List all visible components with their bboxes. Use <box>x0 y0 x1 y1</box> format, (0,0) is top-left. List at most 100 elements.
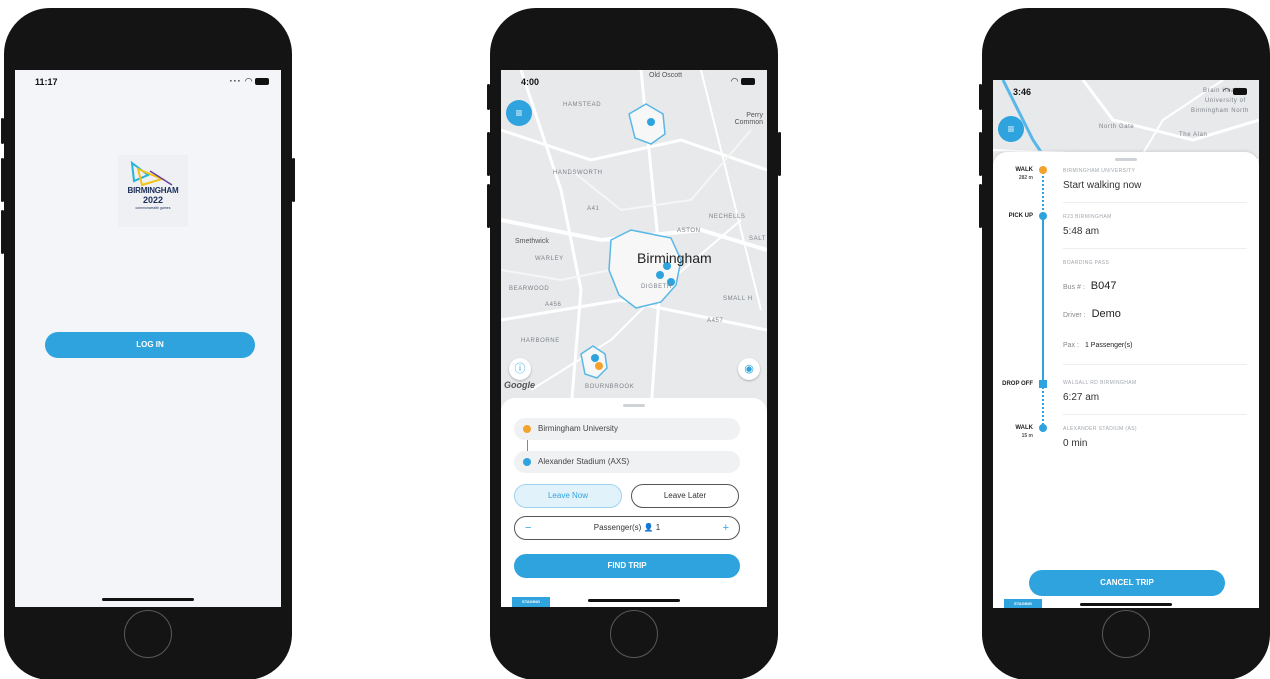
map-label-bournbrook: BOURNBROOK <box>585 384 635 390</box>
staging-badge: STAGING <box>1004 599 1042 608</box>
hamburger-icon: ≡ <box>515 106 523 120</box>
pax-row: Pax : 1 Passenger(s) <box>1063 342 1132 349</box>
battery-icon <box>741 78 755 86</box>
status-time: 4:00 <box>521 77 540 87</box>
status-time: 11:17 <box>35 77 58 87</box>
status-icons: ··· ◠ <box>230 76 269 87</box>
volume-up-button <box>487 132 490 176</box>
volume-down-button <box>1 210 4 254</box>
menu-button[interactable]: ≡ <box>998 116 1024 142</box>
my-location-button[interactable]: ◉ <box>738 358 760 380</box>
home-button[interactable] <box>124 610 172 658</box>
map-label-north-gate: North Gate <box>1099 124 1135 130</box>
ride-path-line <box>1042 216 1044 384</box>
map-label-a457: A457 <box>707 318 724 324</box>
logo-text-games: commonwealth games <box>135 206 171 210</box>
staging-badge: STAGING <box>512 597 550 607</box>
trip-details-screen: North Gate The Alan Brain Health Univers… <box>993 80 1259 608</box>
map-label-warley: WARLEY <box>535 256 564 262</box>
decrease-passengers-button[interactable]: − <box>525 517 531 539</box>
map-label-birmingham-north: Birmingham North <box>1191 108 1249 114</box>
walk-start-value: Start walking now <box>1063 180 1142 191</box>
logo-text-birmingham: BIRMINGHAM <box>127 186 179 195</box>
status-time: 3:46 <box>1013 87 1032 97</box>
map-label-harborne: HARBORNE <box>521 338 560 344</box>
map-view[interactable]: Old Oscott HAMSTEAD Perry Common HANDSWO… <box>501 70 767 410</box>
person-icon: 👤 <box>643 523 656 532</box>
hamburger-icon: ≡ <box>1007 122 1015 136</box>
phone-plan-trip: Old Oscott HAMSTEAD Perry Common HANDSWO… <box>487 8 781 679</box>
home-indicator <box>102 598 194 601</box>
dropoff-time: 6:27 am <box>1063 392 1100 403</box>
passenger-stepper: − Passenger(s) 👤 1 + <box>514 516 740 540</box>
find-trip-button[interactable]: FIND TRIP <box>514 554 740 578</box>
sheet-grab-handle[interactable] <box>1115 158 1137 161</box>
home-button[interactable] <box>610 610 658 658</box>
phone-login: 11:17 ··· ◠ BIRMINGHAM 2022 commonwealth… <box>1 8 295 679</box>
dropoff-label: DROP OFF <box>1002 381 1033 387</box>
dropoff-caption: WALSALL RD BIRMINGHAM <box>1063 380 1137 386</box>
walk-distance: 15 m <box>1021 433 1033 439</box>
destination-text: Alexander Stadium (AXS) <box>538 457 630 466</box>
pax-value: 1 Passenger(s) <box>1084 342 1133 349</box>
destination-pin-icon <box>523 458 531 466</box>
volume-up-button <box>1 158 4 202</box>
route-connector <box>527 440 528 451</box>
home-indicator <box>1080 603 1172 606</box>
bus-number-value: B047 <box>1090 280 1117 292</box>
divider <box>1063 364 1247 365</box>
mockup-stage: 11:17 ··· ◠ BIRMINGHAM 2022 commonwealth… <box>0 0 1270 679</box>
pickup-time: 5:48 am <box>1063 226 1100 237</box>
mute-switch <box>979 84 982 110</box>
leave-now-button[interactable]: Leave Now <box>514 484 622 508</box>
boarding-pass-caption: BOARDING PASS <box>1063 260 1110 266</box>
walk-start-caption: BIRMINGHAM UNIVERSITY <box>1063 168 1136 174</box>
map-label-salt: SALT <box>749 236 766 242</box>
map-label-nechells: NECHELLS <box>709 214 746 220</box>
power-button <box>292 158 295 202</box>
bus-number-row: Bus # : B047 <box>1063 280 1117 292</box>
map-label-aston: ASTON <box>677 228 701 234</box>
info-button[interactable]: ⓘ <box>509 358 531 380</box>
walk-start-pin-icon <box>1039 166 1047 174</box>
pickup-node <box>1039 212 1047 220</box>
home-button[interactable] <box>1102 610 1150 658</box>
pax-key: Pax : <box>1063 342 1079 349</box>
walk-label: WALK <box>1015 167 1033 173</box>
status-bar: 4:00 ◠ <box>501 70 767 92</box>
driver-value: Demo <box>1091 308 1121 320</box>
login-button[interactable]: LOG IN <box>45 332 255 358</box>
walk-end-value: 0 min <box>1063 438 1088 449</box>
power-button <box>778 132 781 176</box>
wifi-icon: ◠ <box>241 76 253 86</box>
mute-switch <box>487 84 490 110</box>
driver-row: Driver : Demo <box>1063 308 1121 320</box>
destination-pin-icon <box>1039 424 1047 432</box>
phone-trip-details: North Gate The Alan Brain Health Univers… <box>979 8 1270 679</box>
battery-icon <box>1233 88 1247 96</box>
volume-down-button <box>487 184 490 228</box>
destination-field[interactable]: Alexander Stadium (AXS) <box>514 451 740 473</box>
plan-trip-screen: Old Oscott HAMSTEAD Perry Common HANDSWO… <box>501 70 767 607</box>
mute-switch <box>1 118 4 144</box>
map-label-handsworth: HANDSWORTH <box>553 170 603 176</box>
walk-start-label: WALK 282 m <box>1015 166 1033 182</box>
logo-text-year: 2022 <box>142 195 164 205</box>
map-label-bearwood: BEARWOOD <box>509 286 550 292</box>
google-attribution: Google <box>504 380 535 390</box>
cancel-trip-button[interactable]: CANCEL TRIP <box>1029 570 1225 596</box>
map-label-birmingham: Birmingham <box>637 250 712 266</box>
walk-label: WALK <box>1015 425 1033 431</box>
dropoff-node <box>1039 380 1047 388</box>
home-indicator <box>588 599 680 602</box>
sheet-grab-handle[interactable] <box>623 404 645 407</box>
trip-details-sheet: WALK 282 m BIRMINGHAM UNIVERSITY Start w… <box>993 152 1259 608</box>
info-icon: ⓘ <box>514 363 526 375</box>
leave-later-button[interactable]: Leave Later <box>631 484 739 508</box>
status-icons: ◠ <box>731 76 755 87</box>
increase-passengers-button[interactable]: + <box>723 517 729 539</box>
origin-field[interactable]: Birmingham University <box>514 418 740 440</box>
menu-button[interactable]: ≡ <box>506 100 532 126</box>
passengers-label: Passenger(s) <box>593 523 642 532</box>
location-target-icon: ◉ <box>744 363 754 375</box>
